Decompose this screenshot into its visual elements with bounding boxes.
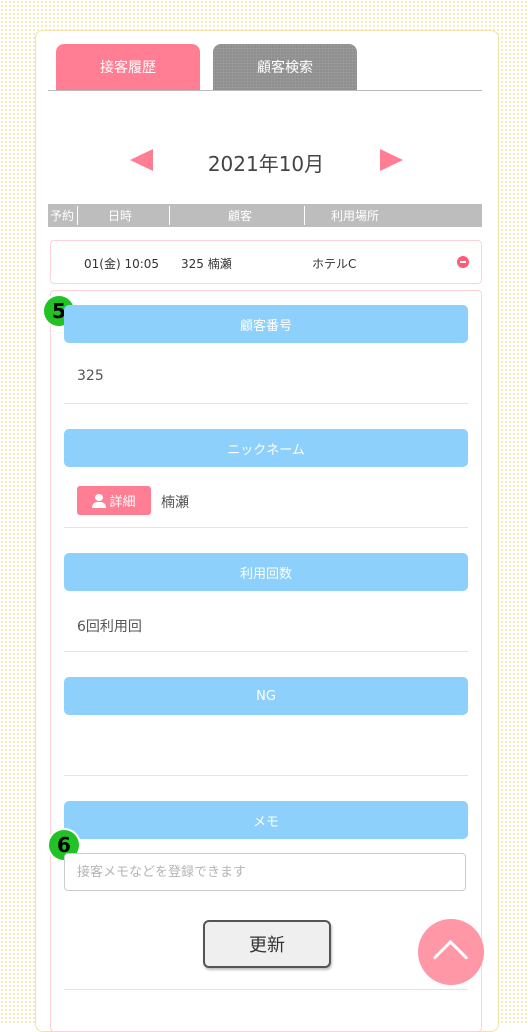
- detail-button[interactable]: 詳細: [77, 486, 151, 515]
- remove-icon[interactable]: [457, 256, 469, 268]
- header-separator: [304, 206, 305, 225]
- detail-button-label: 詳細: [109, 495, 136, 510]
- next-month-icon[interactable]: [380, 149, 403, 171]
- header-separator: [169, 206, 170, 225]
- scroll-top-icon[interactable]: [418, 919, 484, 985]
- prev-month-icon[interactable]: [130, 149, 153, 171]
- header-location: 利用場所: [331, 209, 380, 223]
- row-customer: 325 楠瀬: [181, 257, 232, 271]
- divider: [64, 989, 468, 990]
- customer-number-value: 325: [77, 368, 104, 384]
- header-separator: [77, 206, 78, 225]
- memo-input[interactable]: [64, 853, 466, 891]
- update-button[interactable]: 更新: [203, 920, 331, 968]
- divider: [64, 403, 468, 404]
- tab-customer-search[interactable]: 顧客検索: [213, 44, 357, 90]
- usage-count-value: 6回利用回: [77, 619, 142, 635]
- header-customer: 顧客: [228, 209, 253, 223]
- divider: [64, 527, 468, 528]
- header-reservation: 予約: [50, 209, 75, 223]
- month-label: 2021年10月: [207, 152, 325, 176]
- ng-header: NG: [64, 677, 468, 715]
- tab-service-history[interactable]: 接客履歴: [56, 44, 200, 90]
- table-row[interactable]: 01(金) 10:05 325 楠瀬 ホテルC: [50, 240, 482, 284]
- nickname-header: ニックネーム: [64, 429, 468, 467]
- usage-count-header: 利用回数: [64, 553, 468, 591]
- row-datetime: 01(金) 10:05: [84, 257, 160, 271]
- tab-divider: [48, 90, 482, 91]
- divider: [64, 651, 468, 652]
- divider: [64, 775, 468, 776]
- person-icon: [92, 493, 107, 508]
- customer-number-header: 顧客番号: [64, 305, 468, 343]
- table-header: 予約 日時 顧客 利用場所: [48, 204, 482, 227]
- header-datetime: 日時: [108, 209, 133, 223]
- row-location: ホテルC: [312, 257, 357, 271]
- memo-header: メモ: [64, 801, 468, 839]
- nickname-value: 楠瀬: [161, 495, 189, 511]
